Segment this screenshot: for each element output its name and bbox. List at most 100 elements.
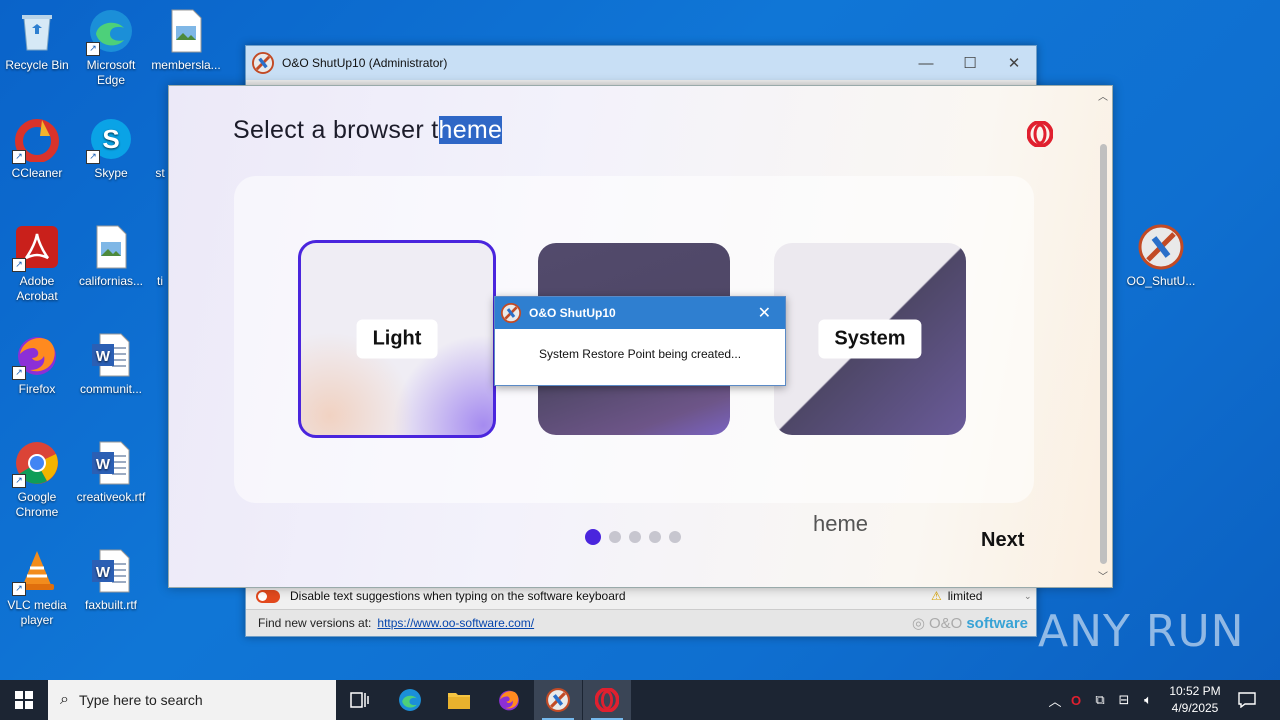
clock[interactable]: 10:52 PM 4/9/2025	[1165, 683, 1225, 717]
oo-shutup-file[interactable]: OO_ShutU...	[1125, 224, 1197, 289]
opera-logo-icon	[1026, 120, 1054, 148]
opera-tray-icon[interactable]: O	[1064, 693, 1088, 708]
svg-text:W: W	[96, 564, 111, 581]
chevron-up-icon[interactable]: ︿	[1046, 691, 1064, 710]
search-icon: ⌕	[60, 691, 69, 708]
edge-icon: ↗	[86, 8, 134, 56]
firefox-shortcut[interactable]: ↗ Firefox	[1, 332, 73, 397]
edge-shortcut[interactable]: ↗ Microsoft Edge	[75, 8, 147, 88]
theme-label: System	[818, 319, 922, 359]
maximize-button[interactable]: ☐	[948, 46, 992, 80]
icon-label: Microsoft Edge	[86, 58, 136, 87]
partial-file-ti[interactable]: ti	[150, 224, 170, 289]
taskbar-search[interactable]: ⌕ Type here to search	[48, 680, 336, 720]
icon-label: OO_ShutU...	[1126, 274, 1196, 288]
word-file-icon: W	[88, 440, 134, 486]
word-file-icon: W	[88, 548, 134, 594]
device-icon[interactable]: ⧉	[1088, 692, 1112, 708]
oo-shutup-icon	[1138, 224, 1184, 270]
californias-file[interactable]: californias...	[75, 224, 147, 289]
page-dot[interactable]	[609, 531, 621, 543]
icon-label: VLC media player	[7, 598, 67, 627]
oo-shutup-icon	[252, 52, 274, 74]
icon-label: CCleaner	[11, 166, 63, 180]
image-file-icon	[163, 8, 209, 54]
next-button[interactable]: Next	[981, 529, 1024, 552]
selected-text: heme	[438, 116, 503, 144]
taskbar-opera[interactable]	[583, 680, 631, 720]
svg-text:W: W	[96, 348, 111, 365]
taskbar-explorer[interactable]	[435, 680, 483, 720]
footer-label: Find new versions at:	[258, 616, 372, 630]
setting-row[interactable]: Disable text suggestions when typing on …	[256, 586, 1032, 606]
close-button[interactable]: ✕	[992, 46, 1036, 80]
anyrun-watermark: ANY RUN	[1038, 606, 1245, 657]
windows-icon	[15, 691, 33, 709]
system-tray: ︿ O ⧉ ⊟ 🔈︎	[1046, 680, 1160, 720]
scrollbar[interactable]: ︿ ﹀	[1096, 88, 1110, 583]
start-button[interactable]	[0, 680, 48, 720]
word-file-icon: W	[88, 332, 134, 378]
close-icon: ✕	[1007, 55, 1021, 72]
creativeok-file[interactable]: W creativeok.rtf	[75, 440, 147, 505]
skype-shortcut[interactable]: S ↗ Skype	[75, 116, 147, 181]
setting-toggle[interactable]	[256, 589, 280, 603]
theme-card-light[interactable]: Light	[298, 240, 496, 438]
oo-website-link[interactable]: https://www.oo-software.com/	[377, 616, 534, 630]
theme-card-system[interactable]: System	[774, 243, 966, 435]
chrome-shortcut[interactable]: ↗ Google Chrome	[1, 440, 73, 520]
recycle-bin-shortcut[interactable]: Recycle Bin	[1, 8, 73, 73]
acrobat-shortcut[interactable]: ↗ Adobe Acrobat	[1, 224, 73, 304]
icon-label: Recycle Bin	[5, 58, 69, 72]
page-dot[interactable]	[629, 531, 641, 543]
clock-time: 10:52 PM	[1169, 684, 1221, 698]
minimize-icon: —	[918, 54, 934, 72]
svg-text:W: W	[96, 456, 111, 473]
dialog-title-bar[interactable]: O&O ShutUp10 ✕	[495, 297, 785, 329]
chrome-icon: ↗	[12, 440, 60, 488]
maximize-icon: ☐	[963, 55, 977, 72]
notification-icon	[1238, 692, 1256, 708]
page-dot[interactable]	[649, 531, 661, 543]
network-icon[interactable]: ⊟	[1112, 692, 1136, 708]
scroll-down-icon[interactable]: ﹀	[1098, 568, 1108, 583]
restore-point-dialog: O&O ShutUp10 ✕ System Restore Point bein…	[494, 296, 786, 386]
taskbar: ⌕ Type here to search ︿ O ⧉ ⊟ 🔈︎ 10:52 P…	[0, 680, 1280, 720]
recycle-bin-icon	[14, 8, 60, 54]
folder-icon	[448, 693, 470, 709]
icon-label: st	[155, 166, 165, 180]
scroll-up-icon[interactable]: ︿	[1098, 88, 1108, 103]
icon-label: faxbuilt.rtf	[84, 598, 138, 612]
scroll-down-icon[interactable]: ⌄	[1024, 591, 1032, 602]
volume-icon[interactable]: 🔈︎	[1136, 692, 1160, 708]
scroll-thumb[interactable]	[1100, 144, 1107, 564]
page-dot[interactable]	[669, 531, 681, 543]
icon-label: Skype	[94, 166, 128, 180]
firefox-icon: ↗	[12, 332, 60, 380]
taskbar-edge[interactable]	[386, 680, 434, 720]
page-indicator	[585, 529, 681, 545]
drag-ghost-text: heme	[813, 511, 869, 536]
acrobat-icon: ↗	[12, 224, 60, 272]
notifications-button[interactable]	[1226, 680, 1268, 720]
task-view-icon	[350, 692, 369, 708]
oo-shutup-icon	[501, 303, 521, 323]
dialog-title: O&O ShutUp10	[529, 306, 616, 320]
taskbar-firefox[interactable]	[485, 680, 533, 720]
ccleaner-shortcut[interactable]: ↗ CCleaner	[1, 116, 73, 181]
icon-label: communit...	[79, 382, 142, 396]
page-dot[interactable]	[585, 529, 601, 545]
communit-file[interactable]: W communit...	[75, 332, 147, 397]
task-view-button[interactable]	[336, 680, 384, 720]
clock-date: 4/9/2025	[1171, 701, 1219, 715]
dialog-message: System Restore Point being created...	[538, 347, 742, 361]
partial-file-st[interactable]: st	[150, 116, 170, 181]
vlc-shortcut[interactable]: ↗ VLC media player	[1, 548, 73, 628]
taskbar-oo-shutup[interactable]	[534, 680, 582, 720]
minimize-button[interactable]: —	[904, 46, 948, 80]
dialog-close-icon[interactable]: ✕	[758, 303, 771, 323]
oo-logo-icon: ◎	[911, 615, 925, 632]
memberslist-file[interactable]: membersla...	[150, 8, 222, 73]
icon-label: membersla...	[151, 58, 221, 72]
faxbuilt-file[interactable]: W faxbuilt.rtf	[75, 548, 147, 613]
